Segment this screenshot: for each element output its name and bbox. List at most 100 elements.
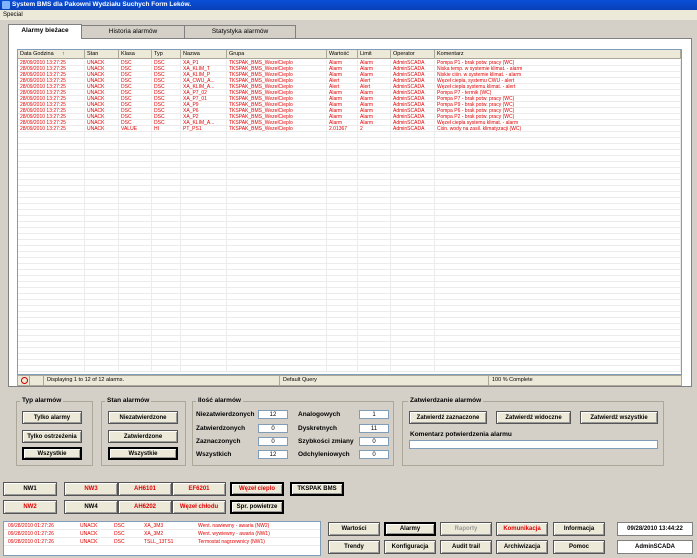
- nav-button[interactable]: NW1: [3, 482, 57, 496]
- nav-button[interactable]: AH6202: [118, 500, 172, 514]
- nav-button[interactable]: NW3: [64, 482, 118, 496]
- status-bar: Displaying 1 to 12 of 12 alarms. Default…: [17, 375, 682, 386]
- count-label: Odchyleniowych: [298, 451, 350, 458]
- count-label: Dyskretnych: [298, 425, 338, 432]
- column-header[interactable]: Wartość: [327, 50, 358, 59]
- main-nav-button[interactable]: Konfiguracja: [384, 540, 436, 554]
- recent-alarm-row[interactable]: 09/28/2010 01:27:26 UNACK DSC XA_3M3 Went. n…: [4, 523, 320, 530]
- recent-alarm-cell: Went. wywiewny - awaria (NW1): [198, 531, 270, 537]
- main-nav-button[interactable]: Raporty: [440, 522, 492, 536]
- nav-button[interactable]: AH6101: [118, 482, 172, 496]
- niezatwierdzone-button[interactable]: Niezatwierdzone: [108, 411, 178, 424]
- count-value: 0: [359, 437, 389, 446]
- empty-cell: [227, 366, 327, 372]
- column-header[interactable]: Operator: [391, 50, 435, 59]
- status-alarm-icon: [18, 376, 30, 385]
- komentarz-label: Komentarz potwierdzenia alarmu: [410, 431, 512, 438]
- nav-button[interactable]: NW2: [3, 500, 57, 514]
- empty-cell: [327, 366, 358, 372]
- main-nav-button[interactable]: Informacja: [553, 522, 605, 536]
- main-nav-button[interactable]: Komunikacja: [496, 522, 548, 536]
- recent-alarm-cell: 09/28/2010 01:27:26: [8, 523, 54, 529]
- recent-alarm-cell: DSC: [114, 531, 125, 537]
- user-display: AdminSCADA: [617, 540, 693, 554]
- recent-alarm-row[interactable]: 09/28/2010 01:27:26 UNACK DSC XA_3M2 Went. w…: [4, 531, 320, 538]
- stan-alarmow-title: Stan alarmów: [105, 397, 152, 404]
- empty-cell: [181, 366, 227, 372]
- tab-alarmy-biezace[interactable]: Alarmy bieżace: [8, 24, 82, 39]
- column-header[interactable]: Data Godzina: [18, 50, 85, 59]
- main-nav-button[interactable]: Pomoc: [553, 540, 605, 554]
- count-value: 1: [359, 410, 389, 419]
- app-icon: [2, 1, 10, 9]
- column-header[interactable]: Klasa: [119, 50, 152, 59]
- clock-display: 09/28/2010 13:44:22: [617, 522, 693, 536]
- recent-alarm-cell: UNACK: [80, 539, 98, 545]
- title-bar: System BMS dla Pakowni Wydziału Suchych …: [0, 0, 697, 10]
- empty-cell: [391, 366, 435, 372]
- count-label: Zaznaczonych: [196, 438, 241, 445]
- menu-bar: Special: [0, 10, 697, 20]
- count-value: 11: [359, 424, 389, 433]
- recent-alarm-cell: DSC: [114, 539, 125, 545]
- nav-button[interactable]: Węzeł chłodu: [172, 500, 226, 514]
- nav-button[interactable]: Spr. powietrze: [230, 500, 284, 514]
- column-header[interactable]: Grupa: [227, 50, 327, 59]
- empty-row: [18, 366, 681, 372]
- recent-alarm-cell: Termostat nagrzewnicy (NW1): [198, 539, 265, 545]
- status-query: Default Query: [280, 376, 489, 385]
- count-label: Szybkości zmiany: [298, 438, 354, 445]
- recent-alarm-cell: DSC: [114, 523, 125, 529]
- main-nav-button[interactable]: Wartości: [328, 522, 380, 536]
- status-info: Displaying 1 to 12 of 12 alarms.: [44, 376, 280, 385]
- stan-wszystkie-button[interactable]: Wszystkie: [108, 447, 178, 460]
- column-header[interactable]: Typ: [152, 50, 181, 59]
- ilosc-alarmow-title: Ilość alarmów: [196, 397, 243, 404]
- zatwierdz-wszystkie-button[interactable]: Zatwierdź wszystkie: [580, 411, 658, 424]
- nav-button[interactable]: TKSPAK BMS: [290, 482, 344, 496]
- count-label: Wszystkich: [196, 451, 232, 458]
- nav-button[interactable]: NW4: [64, 500, 118, 514]
- zatwierdz-widoczne-button[interactable]: Zatwierdź widoczne: [496, 411, 571, 424]
- column-header[interactable]: Nazwa: [181, 50, 227, 59]
- komentarz-input[interactable]: [409, 440, 658, 449]
- tylko-ostrzezenia-button[interactable]: Tylko ostrzeżenia: [22, 430, 82, 443]
- zatwierdz-zaznaczone-button[interactable]: Zatwierdź zaznaczone: [409, 411, 487, 424]
- main-nav-button[interactable]: Audit trail: [440, 540, 492, 554]
- typ-alarmow-title: Typ alarmów: [20, 397, 64, 404]
- nav-button[interactable]: Węzeł cieplo: [230, 482, 284, 496]
- sort-indicator-icon: ↑: [62, 51, 65, 57]
- count-value: 12: [258, 410, 288, 419]
- count-value: 0: [258, 437, 288, 446]
- tab-historia-alarmow[interactable]: Historia alarmów: [80, 25, 186, 38]
- tylko-alarmy-button[interactable]: Tylko alarmy: [22, 411, 82, 424]
- recent-alarm-cell: 09/28/2010 01:27:26: [8, 539, 54, 545]
- tab-statystyka-alarmow[interactable]: Statystyka alarmów: [184, 25, 296, 38]
- main-nav-button[interactable]: Alarmy: [384, 522, 436, 536]
- recent-alarm-cell: XA_3M2: [144, 531, 164, 537]
- main-nav-button[interactable]: Archiwizacja: [496, 540, 548, 554]
- column-header[interactable]: Stan: [85, 50, 119, 59]
- typ-wszystkie-button[interactable]: Wszystkie: [22, 447, 82, 460]
- count-value: 0: [258, 424, 288, 433]
- count-label: Analogowych: [298, 411, 341, 418]
- count-label: Zatwierdzonych: [196, 425, 246, 432]
- count-value: 0: [359, 450, 389, 459]
- menu-special[interactable]: Special: [3, 12, 23, 18]
- zatwierdzone-button[interactable]: Zatwierdzone: [108, 430, 178, 443]
- main-nav-button[interactable]: Trendy: [328, 540, 380, 554]
- status-cell: [30, 376, 44, 385]
- recent-alarm-cell: XA_3M3: [144, 523, 164, 529]
- recent-alarm-row[interactable]: 09/28/2010 01:27:26 UNACK DSC TSLL_13TS1 Ter…: [4, 539, 320, 546]
- column-header[interactable]: Komentarz: [435, 50, 681, 59]
- column-header[interactable]: Limit: [358, 50, 391, 59]
- recent-alarms-list: 09/28/2010 01:27:26 UNACK DSC XA_3M3 Went. n…: [3, 521, 321, 556]
- recent-alarm-cell: TSLL_13TS1: [144, 539, 174, 545]
- recent-alarm-cell: 09/28/2010 01:27:26: [8, 531, 54, 537]
- recent-alarm-cell: Went. nawiewny - awaria (NW2): [198, 523, 270, 529]
- empty-cell: [435, 366, 681, 372]
- empty-cell: [358, 366, 391, 372]
- empty-cell: [119, 366, 152, 372]
- nav-button[interactable]: EF6201: [172, 482, 226, 496]
- count-value: 12: [258, 450, 288, 459]
